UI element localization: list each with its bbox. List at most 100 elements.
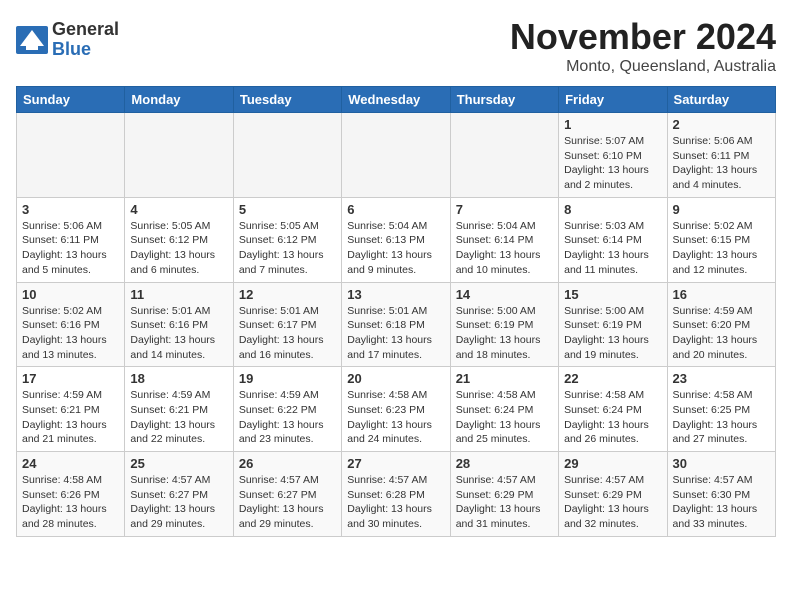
location: Monto, Queensland, Australia <box>510 58 776 76</box>
calendar-cell: 25 Sunrise: 4:57 AM Sunset: 6:27 PM Dayli… <box>125 452 233 537</box>
weekday-header-wednesday: Wednesday <box>342 87 450 113</box>
calendar-cell: 14Sunrise: 5:00 AM Sunset: 6:19 PM Dayli… <box>450 282 558 367</box>
day-info: Sunrise: 5:00 AM Sunset: 6:19 PM Dayligh… <box>456 304 553 363</box>
weekday-header-tuesday: Tuesday <box>233 87 341 113</box>
day-info: Sunrise: 5:01 AM Sunset: 6:18 PM Dayligh… <box>347 304 444 363</box>
calendar: SundayMondayTuesdayWednesdayThursdayFrid… <box>16 86 776 537</box>
calendar-cell: 12 Sunrise: 5:01 AM Sunset: 6:17 PM Dayli… <box>233 282 341 367</box>
day-info: Sunrise: 4:57 AM Sunset: 6:27 PM Dayligh… <box>239 473 336 532</box>
day-number: 24 <box>22 456 119 471</box>
calendar-week-1: 1 Sunrise: 5:07 AM Sunset: 6:10 PM Daylig… <box>17 113 776 198</box>
calendar-cell: 10 Sunrise: 5:02 AM Sunset: 6:16 PM Dayli… <box>17 282 125 367</box>
calendar-cell: 19 Sunrise: 4:59 AM Sunset: 6:22 PM Dayli… <box>233 367 341 452</box>
calendar-cell <box>233 113 341 198</box>
day-number: 20 <box>347 371 444 386</box>
day-number: 13 <box>347 287 444 302</box>
logo-general-text: General <box>52 19 119 39</box>
day-number: 12 <box>239 287 336 302</box>
calendar-cell: 23Sunrise: 4:58 AM Sunset: 6:25 PM Dayli… <box>667 367 775 452</box>
day-info: Sunrise: 5:06 AM Sunset: 6:11 PM Dayligh… <box>22 219 119 278</box>
day-info: Sunrise: 4:57 AM Sunset: 6:27 PM Dayligh… <box>130 473 227 532</box>
day-info: Sunrise: 5:01 AM Sunset: 6:17 PM Dayligh… <box>239 304 336 363</box>
calendar-cell: 22 Sunrise: 4:58 AM Sunset: 6:24 PM Dayli… <box>559 367 667 452</box>
day-number: 4 <box>130 202 227 217</box>
day-info: Sunrise: 5:00 AM Sunset: 6:19 PM Dayligh… <box>564 304 661 363</box>
day-number: 30 <box>673 456 770 471</box>
calendar-week-2: 3Sunrise: 5:06 AM Sunset: 6:11 PM Daylig… <box>17 197 776 282</box>
calendar-cell: 17 Sunrise: 4:59 AM Sunset: 6:21 PM Dayli… <box>17 367 125 452</box>
day-info: Sunrise: 4:59 AM Sunset: 6:20 PM Dayligh… <box>673 304 770 363</box>
day-info: Sunrise: 4:58 AM Sunset: 6:24 PM Dayligh… <box>456 388 553 447</box>
calendar-cell: 18Sunrise: 4:59 AM Sunset: 6:21 PM Dayli… <box>125 367 233 452</box>
calendar-cell: 21 Sunrise: 4:58 AM Sunset: 6:24 PM Dayli… <box>450 367 558 452</box>
calendar-cell: 1 Sunrise: 5:07 AM Sunset: 6:10 PM Daylig… <box>559 113 667 198</box>
day-info: Sunrise: 4:58 AM Sunset: 6:24 PM Dayligh… <box>564 388 661 447</box>
calendar-cell: 30Sunrise: 4:57 AM Sunset: 6:30 PM Dayli… <box>667 452 775 537</box>
header: General Blue November 2024 Monto, Queens… <box>16 16 776 76</box>
calendar-cell: 29 Sunrise: 4:57 AM Sunset: 6:29 PM Dayli… <box>559 452 667 537</box>
day-info: Sunrise: 5:01 AM Sunset: 6:16 PM Dayligh… <box>130 304 227 363</box>
calendar-cell: 4 Sunrise: 5:05 AM Sunset: 6:12 PM Daylig… <box>125 197 233 282</box>
day-info: Sunrise: 5:02 AM Sunset: 6:16 PM Dayligh… <box>22 304 119 363</box>
calendar-cell: 2Sunrise: 5:06 AM Sunset: 6:11 PM Daylig… <box>667 113 775 198</box>
logo-icon <box>16 26 48 54</box>
weekday-header-saturday: Saturday <box>667 87 775 113</box>
calendar-cell: 9 Sunrise: 5:02 AM Sunset: 6:15 PM Daylig… <box>667 197 775 282</box>
calendar-cell: 13 Sunrise: 5:01 AM Sunset: 6:18 PM Dayli… <box>342 282 450 367</box>
day-number: 6 <box>347 202 444 217</box>
calendar-cell: 3Sunrise: 5:06 AM Sunset: 6:11 PM Daylig… <box>17 197 125 282</box>
month-title: November 2024 <box>510 16 776 58</box>
day-info: Sunrise: 5:02 AM Sunset: 6:15 PM Dayligh… <box>673 219 770 278</box>
calendar-cell: 24Sunrise: 4:58 AM Sunset: 6:26 PM Dayli… <box>17 452 125 537</box>
weekday-header-friday: Friday <box>559 87 667 113</box>
calendar-cell <box>17 113 125 198</box>
day-info: Sunrise: 5:05 AM Sunset: 6:12 PM Dayligh… <box>130 219 227 278</box>
day-info: Sunrise: 4:59 AM Sunset: 6:22 PM Dayligh… <box>239 388 336 447</box>
day-number: 5 <box>239 202 336 217</box>
day-info: Sunrise: 4:58 AM Sunset: 6:23 PM Dayligh… <box>347 388 444 447</box>
day-number: 16 <box>673 287 770 302</box>
calendar-cell: 8 Sunrise: 5:03 AM Sunset: 6:14 PM Daylig… <box>559 197 667 282</box>
day-number: 21 <box>456 371 553 386</box>
calendar-week-5: 24Sunrise: 4:58 AM Sunset: 6:26 PM Dayli… <box>17 452 776 537</box>
day-info: Sunrise: 5:04 AM Sunset: 6:14 PM Dayligh… <box>456 219 553 278</box>
day-number: 8 <box>564 202 661 217</box>
day-number: 28 <box>456 456 553 471</box>
day-info: Sunrise: 4:57 AM Sunset: 6:29 PM Dayligh… <box>564 473 661 532</box>
day-number: 26 <box>239 456 336 471</box>
day-info: Sunrise: 5:06 AM Sunset: 6:11 PM Dayligh… <box>673 134 770 193</box>
day-number: 29 <box>564 456 661 471</box>
day-number: 7 <box>456 202 553 217</box>
day-number: 18 <box>130 371 227 386</box>
logo-blue-text: Blue <box>52 39 91 59</box>
day-number: 19 <box>239 371 336 386</box>
calendar-cell: 28 Sunrise: 4:57 AM Sunset: 6:29 PM Dayli… <box>450 452 558 537</box>
day-number: 23 <box>673 371 770 386</box>
calendar-cell: 7 Sunrise: 5:04 AM Sunset: 6:14 PM Daylig… <box>450 197 558 282</box>
day-info: Sunrise: 5:03 AM Sunset: 6:14 PM Dayligh… <box>564 219 661 278</box>
calendar-cell: 5 Sunrise: 5:05 AM Sunset: 6:12 PM Daylig… <box>233 197 341 282</box>
weekday-header-monday: Monday <box>125 87 233 113</box>
day-number: 1 <box>564 117 661 132</box>
weekday-header-thursday: Thursday <box>450 87 558 113</box>
day-number: 22 <box>564 371 661 386</box>
calendar-cell: 20 Sunrise: 4:58 AM Sunset: 6:23 PM Dayli… <box>342 367 450 452</box>
calendar-cell: 26 Sunrise: 4:57 AM Sunset: 6:27 PM Dayli… <box>233 452 341 537</box>
day-info: Sunrise: 4:57 AM Sunset: 6:28 PM Dayligh… <box>347 473 444 532</box>
calendar-cell: 27Sunrise: 4:57 AM Sunset: 6:28 PM Dayli… <box>342 452 450 537</box>
day-number: 10 <box>22 287 119 302</box>
calendar-cell <box>125 113 233 198</box>
day-number: 17 <box>22 371 119 386</box>
day-number: 9 <box>673 202 770 217</box>
day-info: Sunrise: 4:59 AM Sunset: 6:21 PM Dayligh… <box>22 388 119 447</box>
day-number: 25 <box>130 456 227 471</box>
day-info: Sunrise: 5:07 AM Sunset: 6:10 PM Dayligh… <box>564 134 661 193</box>
day-number: 11 <box>130 287 227 302</box>
calendar-cell: 11 Sunrise: 5:01 AM Sunset: 6:16 PM Dayli… <box>125 282 233 367</box>
day-number: 15 <box>564 287 661 302</box>
calendar-cell: 16 Sunrise: 4:59 AM Sunset: 6:20 PM Dayli… <box>667 282 775 367</box>
calendar-cell: 15 Sunrise: 5:00 AM Sunset: 6:19 PM Dayli… <box>559 282 667 367</box>
day-info: Sunrise: 4:57 AM Sunset: 6:29 PM Dayligh… <box>456 473 553 532</box>
title-area: November 2024 Monto, Queensland, Austral… <box>510 16 776 76</box>
day-info: Sunrise: 5:05 AM Sunset: 6:12 PM Dayligh… <box>239 219 336 278</box>
